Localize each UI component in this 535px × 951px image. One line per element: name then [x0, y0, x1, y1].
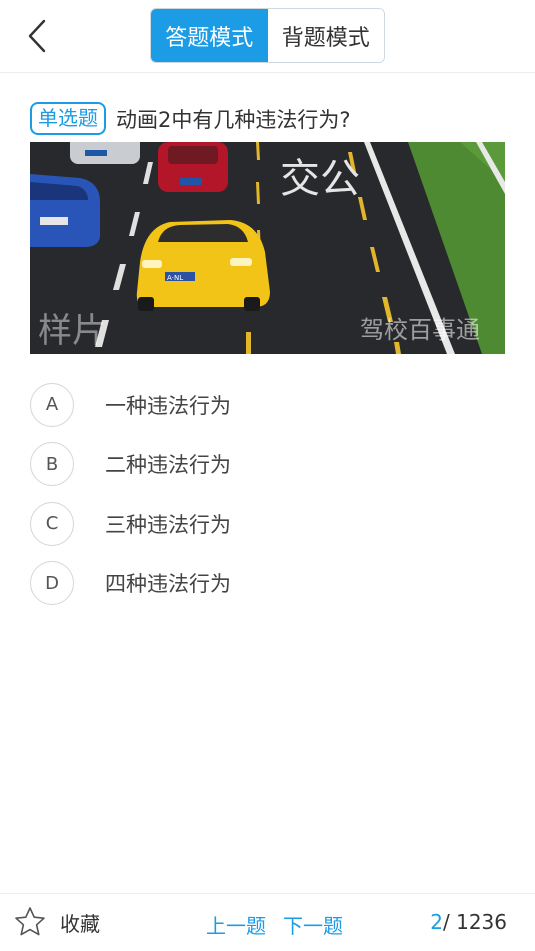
watermark-sample: 样片 [38, 311, 106, 351]
question-counter: 2/ 1236 [430, 910, 507, 934]
plate-text: A·NL [167, 274, 183, 282]
option-text: 三种违法行为 [105, 512, 231, 537]
counter-separator: / [442, 910, 450, 934]
question-animation[interactable]: 交公 A·NL 样片 驾校百事通 [30, 142, 505, 354]
question-header: 单选题 动画2中有几种违法行为? [30, 102, 351, 135]
option-text: 四种违法行为 [105, 572, 231, 597]
answer-options: A 一种违法行为 B 二种违法行为 C 三种违法行为 D 四种违法行为 [30, 375, 505, 613]
option-letter: C [30, 501, 74, 546]
back-button[interactable] [22, 18, 52, 54]
option-letter: D [30, 561, 74, 606]
question-type-badge: 单选题 [30, 102, 106, 135]
favorite-button[interactable]: 收藏 [14, 906, 100, 938]
road-marking-text: 交公 [280, 156, 360, 202]
total-questions: 1236 [456, 910, 507, 934]
option-a[interactable]: A 一种违法行为 [30, 375, 505, 435]
tab-memorize-mode[interactable]: 背题模式 [267, 9, 384, 62]
road-scene-image: 交公 A·NL 样片 驾校百事通 [30, 142, 505, 354]
bottom-bar: 收藏 上一题 下一题 2/ 1236 [0, 893, 535, 951]
mode-switch: 答题模式 背题模式 [150, 8, 385, 63]
option-text: 二种违法行为 [105, 453, 231, 478]
watermark-brand: 驾校百事通 [360, 316, 480, 344]
next-question-button[interactable]: 下一题 [283, 910, 343, 939]
option-text: 一种违法行为 [105, 393, 231, 418]
current-question-number: 2 [430, 910, 443, 934]
option-c[interactable]: C 三种违法行为 [30, 494, 505, 554]
option-d[interactable]: D 四种违法行为 [30, 554, 505, 614]
prev-question-button[interactable]: 上一题 [206, 910, 266, 939]
star-icon [15, 907, 45, 936]
top-bar: 答题模式 背题模式 [0, 0, 535, 73]
option-letter: A [30, 382, 74, 427]
favorite-label: 收藏 [60, 911, 100, 936]
chevron-left-icon [28, 19, 46, 53]
tab-answer-mode[interactable]: 答题模式 [151, 9, 268, 62]
option-b[interactable]: B 二种违法行为 [30, 435, 505, 495]
question-text: 动画2中有几种违法行为? [116, 107, 351, 132]
option-letter: B [30, 442, 74, 487]
